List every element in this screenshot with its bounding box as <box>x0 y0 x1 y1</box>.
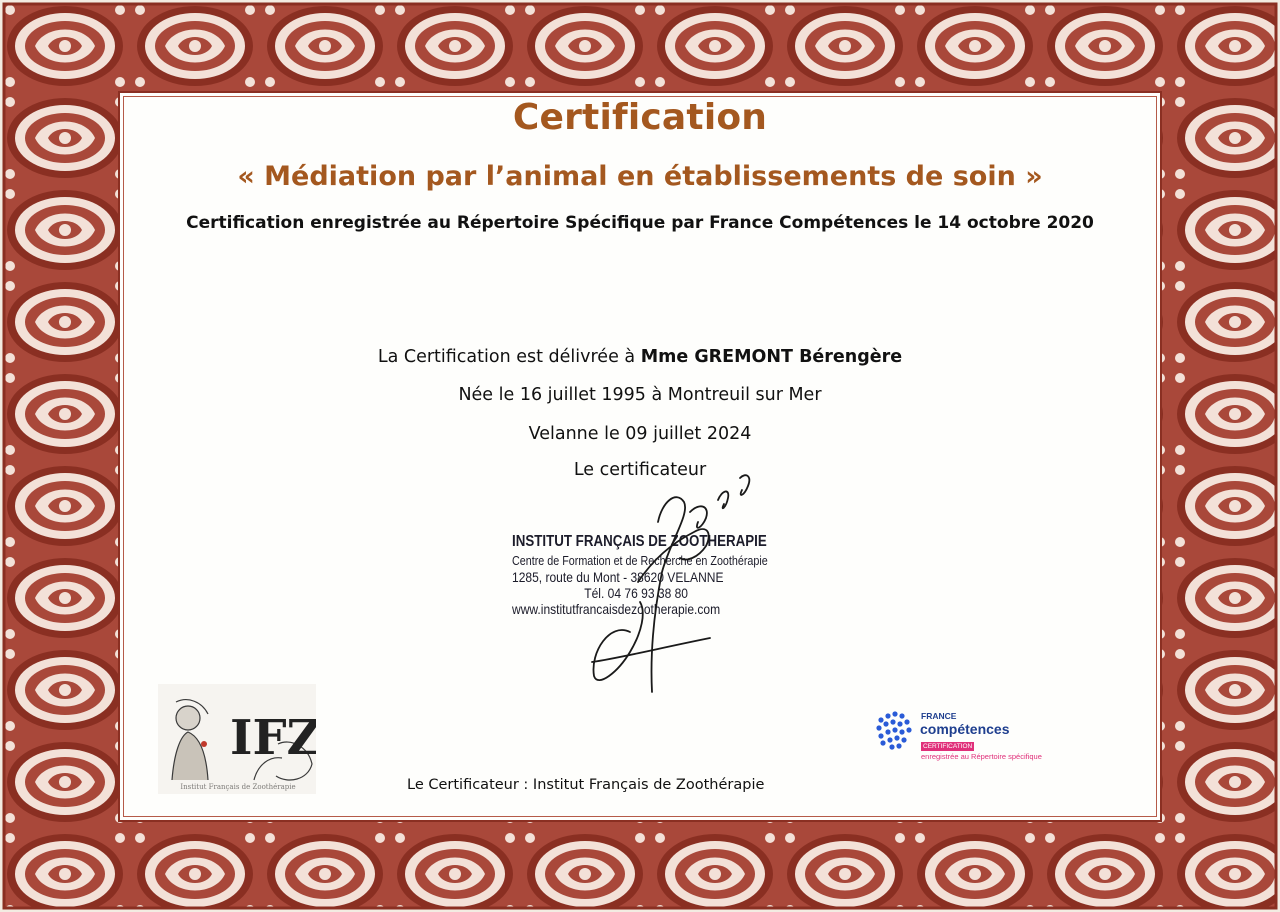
fc-registered-label: enregistrée au Répertoire spécifique <box>921 752 1042 761</box>
fc-competences-label: compétences <box>920 721 1010 737</box>
svg-text:IFZ: IFZ <box>230 710 316 766</box>
handwritten-signature <box>591 474 751 693</box>
ifz-caption: Institut Français de Zoothérapie <box>180 783 296 791</box>
certificate-title: Certification <box>512 97 768 138</box>
delivered-prefix: La Certification est délivrée à <box>377 347 641 367</box>
registration-line: Certification enregistrée au Répertoire … <box>186 213 1094 233</box>
fc-france-label: FRANCE <box>921 711 957 721</box>
birth-line: Née le 16 juillet 1995 à Montreuil sur M… <box>458 385 822 405</box>
footer-certifier: Le Certificateur : Institut Français de … <box>407 777 765 793</box>
certificate-page: Certification « Médiation par l’animal e… <box>0 0 1280 912</box>
place-date-line: Velanne le 09 juillet 2024 <box>528 424 752 444</box>
certificate-subtitle: « Médiation par l’animal en établissemen… <box>237 161 1043 192</box>
delivered-line: La Certification est délivrée à Mme GREM… <box>0 347 1280 367</box>
ifz-logo: IFZ <box>158 684 316 794</box>
fc-certification-badge: CERTIFICATION <box>921 742 975 751</box>
recipient-name: Mme GREMONT Bérengère <box>640 347 903 367</box>
